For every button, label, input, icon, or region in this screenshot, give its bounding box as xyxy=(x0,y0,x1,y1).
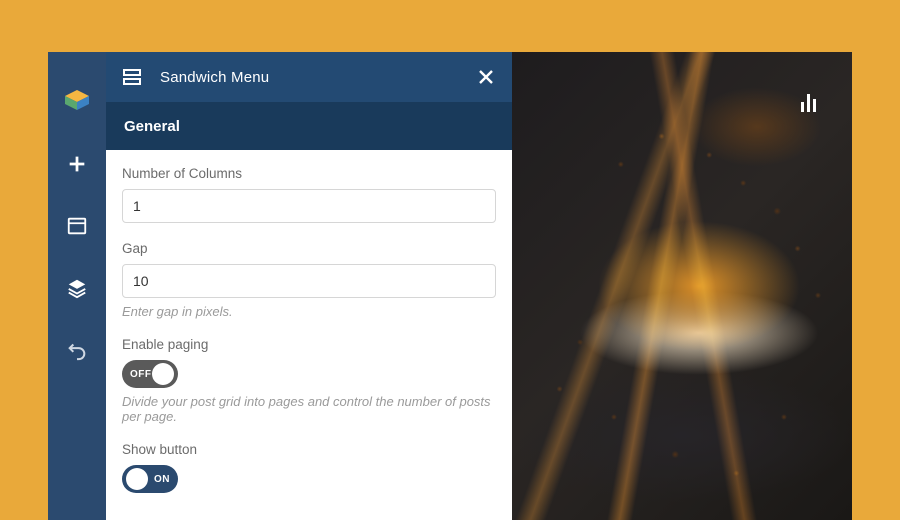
settings-panel: Sandwich Menu General Number of Columns … xyxy=(106,52,512,520)
columns-label: Number of Columns xyxy=(122,166,496,181)
gap-hint: Enter gap in pixels. xyxy=(122,304,496,319)
left-sidebar xyxy=(48,52,106,520)
panel-section-header: General xyxy=(106,102,512,150)
layout-icon[interactable] xyxy=(65,214,89,238)
columns-input[interactable] xyxy=(122,189,496,223)
toggle-knob xyxy=(152,363,174,385)
stats-icon[interactable] xyxy=(796,88,820,112)
sandwich-menu-icon xyxy=(122,67,142,87)
add-icon[interactable] xyxy=(65,152,89,176)
undo-icon[interactable] xyxy=(65,338,89,362)
close-icon[interactable] xyxy=(476,67,496,87)
show-button-label: Show button xyxy=(122,442,496,457)
panel-header: Sandwich Menu xyxy=(106,52,512,102)
field-show-button: Show button ON xyxy=(122,442,496,493)
field-columns: Number of Columns xyxy=(122,166,496,223)
paging-label: Enable paging xyxy=(122,337,496,352)
field-gap: Gap Enter gap in pixels. xyxy=(122,241,496,319)
show-button-toggle[interactable]: ON xyxy=(122,465,178,493)
panel-title: Sandwich Menu xyxy=(160,69,458,86)
app-window: Sandwich Menu General Number of Columns … xyxy=(48,52,852,520)
paging-hint: Divide your post grid into pages and con… xyxy=(122,394,496,424)
layers-icon[interactable] xyxy=(65,276,89,300)
logo-icon xyxy=(61,82,93,114)
gap-input[interactable] xyxy=(122,264,496,298)
preview-image xyxy=(512,52,852,520)
paging-toggle[interactable]: OFF xyxy=(122,360,178,388)
preview-area xyxy=(512,52,852,520)
field-paging: Enable paging OFF Divide your post grid … xyxy=(122,337,496,424)
toggle-knob xyxy=(126,468,148,490)
panel-body: Number of Columns Gap Enter gap in pixel… xyxy=(106,150,512,520)
toggle-off-text: OFF xyxy=(130,369,152,380)
section-title: General xyxy=(124,118,180,135)
gap-label: Gap xyxy=(122,241,496,256)
toggle-on-text: ON xyxy=(154,474,170,485)
